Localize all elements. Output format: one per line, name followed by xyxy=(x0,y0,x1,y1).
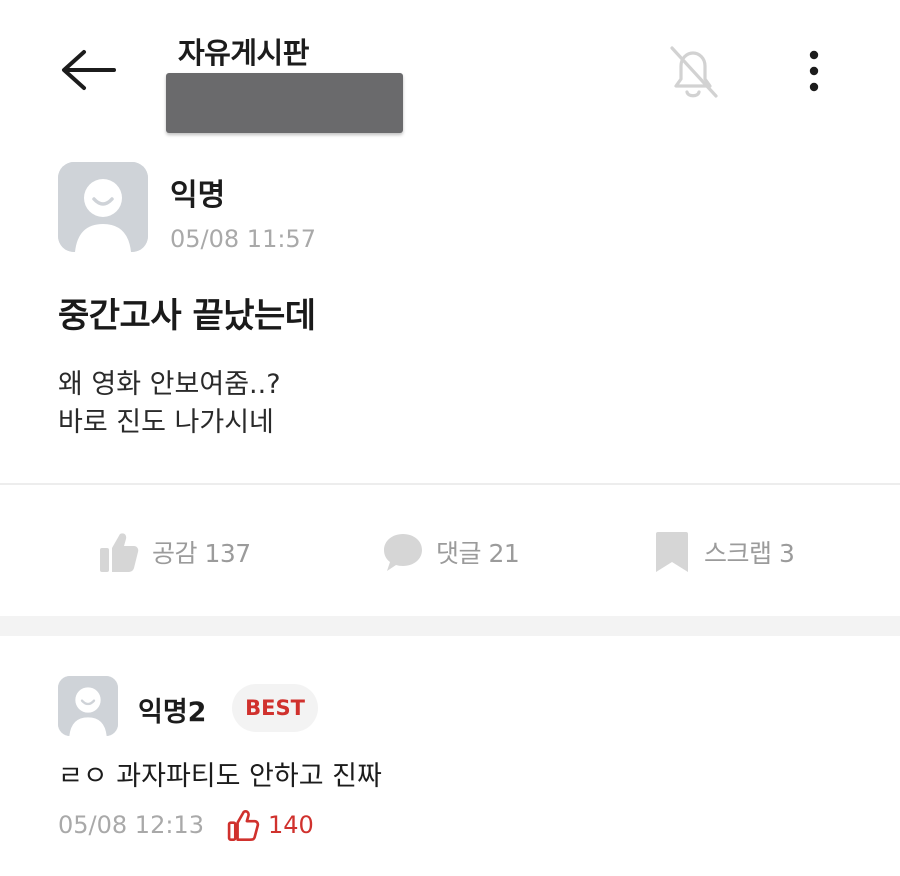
comment-author: 익명2 xyxy=(138,697,207,728)
divider xyxy=(0,483,900,485)
comment-timestamp: 05/08 12:13 xyxy=(58,811,204,839)
post-author: 익명 xyxy=(170,178,226,213)
notification-toggle-button[interactable] xyxy=(662,42,724,102)
board-title: 자유게시판 xyxy=(178,36,309,70)
comment-meta: 05/08 12:13 140 xyxy=(58,808,314,842)
post-timestamp: 05/08 11:57 xyxy=(170,225,316,253)
thumbs-up-icon xyxy=(100,533,139,572)
thumbs-up-outline-icon xyxy=(227,810,260,841)
more-vertical-icon xyxy=(809,50,819,92)
arrow-left-icon xyxy=(62,50,116,90)
comment-count-label: 댓글 21 xyxy=(436,539,520,568)
post-title: 중간고사 끝났는데 xyxy=(58,296,316,336)
scrap-button[interactable]: 스크랩 3 xyxy=(652,526,795,578)
back-button[interactable] xyxy=(58,48,118,92)
scrap-count-label: 스크랩 3 xyxy=(704,539,795,568)
bookmark-icon xyxy=(656,532,688,572)
default-avatar-icon xyxy=(58,162,148,252)
section-divider xyxy=(0,616,900,636)
like-button[interactable]: 공감 137 xyxy=(98,526,251,578)
speech-bubble-icon xyxy=(384,534,422,571)
comment-like-button[interactable]: 140 xyxy=(226,808,314,842)
author-avatar xyxy=(58,162,148,252)
comment-author-avatar xyxy=(58,676,118,736)
post-body-line: 왜 영화 안보여줌..? xyxy=(58,369,281,400)
redacted-school-name xyxy=(166,73,403,133)
best-badge: BEST xyxy=(232,684,318,732)
default-avatar-icon xyxy=(58,676,118,736)
top-bar: 자유게시판 xyxy=(0,0,900,140)
more-options-button[interactable] xyxy=(798,48,830,94)
comment-like-count: 140 xyxy=(267,811,314,839)
bell-off-icon xyxy=(670,46,718,98)
comment-button[interactable]: 댓글 21 xyxy=(382,526,520,578)
post-body: 왜 영화 안보여줌..? 바로 진도 나가시네 xyxy=(58,366,281,442)
comment-body: ㄹㅇ 과자파티도 안하고 진짜 xyxy=(58,761,382,792)
post-body-line: 바로 진도 나가시네 xyxy=(58,407,274,438)
like-count-label: 공감 137 xyxy=(152,539,251,568)
